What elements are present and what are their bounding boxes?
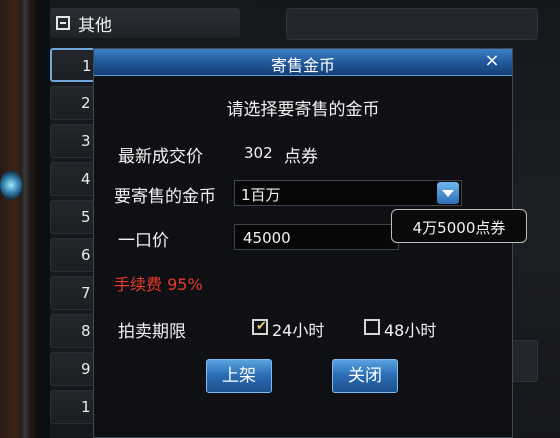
latest-price-value: 302 — [244, 144, 273, 162]
duration-24h-label[interactable]: 24小时 — [272, 317, 324, 341]
checkbox-24h[interactable]: ✔ — [252, 319, 268, 335]
category-header[interactable]: 其他 — [50, 8, 240, 38]
list-item-number: 8 — [81, 322, 91, 340]
sell-amount-select[interactable]: 1百万 — [234, 180, 462, 206]
close-icon[interactable]: × — [482, 51, 502, 71]
list-item-number: 6 — [81, 246, 91, 264]
buyout-label: 一口价 — [118, 231, 169, 251]
consign-gold-dialog: 寄售金币 × 请选择要寄售的金币 最新成交价 302 点券 要寄售的金币 1百万… — [93, 48, 527, 438]
latest-price-label: 最新成交价 — [118, 147, 203, 167]
collapse-icon[interactable] — [56, 16, 70, 30]
chevron-down-icon[interactable] — [437, 182, 459, 204]
check-icon: ✔ — [256, 319, 267, 334]
orb-ornament — [0, 170, 22, 200]
background-slot — [286, 8, 538, 40]
fee-text: 手续费 95% — [114, 275, 203, 294]
list-item-number: 7 — [81, 284, 91, 302]
left-decoration — [0, 0, 36, 438]
price-tooltip: 4万5000点券 — [391, 209, 527, 243]
list-item-number: 1 — [82, 57, 92, 75]
latest-price-unit: 点券 — [284, 147, 318, 167]
category-label: 其他 — [78, 15, 112, 36]
list-item-number: 4 — [81, 170, 91, 188]
sell-amount-label: 要寄售的金币 — [114, 187, 216, 207]
list-item-number: 5 — [81, 208, 91, 226]
dialog-prompt: 请选择要寄售的金币 — [226, 100, 380, 120]
checkbox-48h[interactable] — [364, 319, 380, 335]
price-tooltip-text: 4万5000点券 — [412, 219, 506, 237]
buyout-price-input[interactable]: 45000 — [234, 224, 399, 250]
duration-48h-label[interactable]: 48小时 — [384, 317, 436, 341]
dialog-titlebar[interactable]: 寄售金币 × — [94, 49, 512, 76]
close-button[interactable]: 关闭 — [332, 359, 398, 393]
frame-rail — [20, 0, 30, 438]
list-item-number: 9 — [81, 360, 91, 378]
sell-amount-value: 1百万 — [241, 186, 281, 204]
list-item-number: 2 — [81, 94, 91, 112]
list-for-sale-button[interactable]: 上架 — [206, 359, 272, 393]
duration-label: 拍卖期限 — [118, 322, 186, 342]
list-item-number: 3 — [81, 132, 91, 150]
buyout-price-value: 45000 — [243, 229, 291, 247]
list-item-number: 1 — [81, 398, 91, 416]
dialog-title: 寄售金币 — [270, 56, 335, 75]
